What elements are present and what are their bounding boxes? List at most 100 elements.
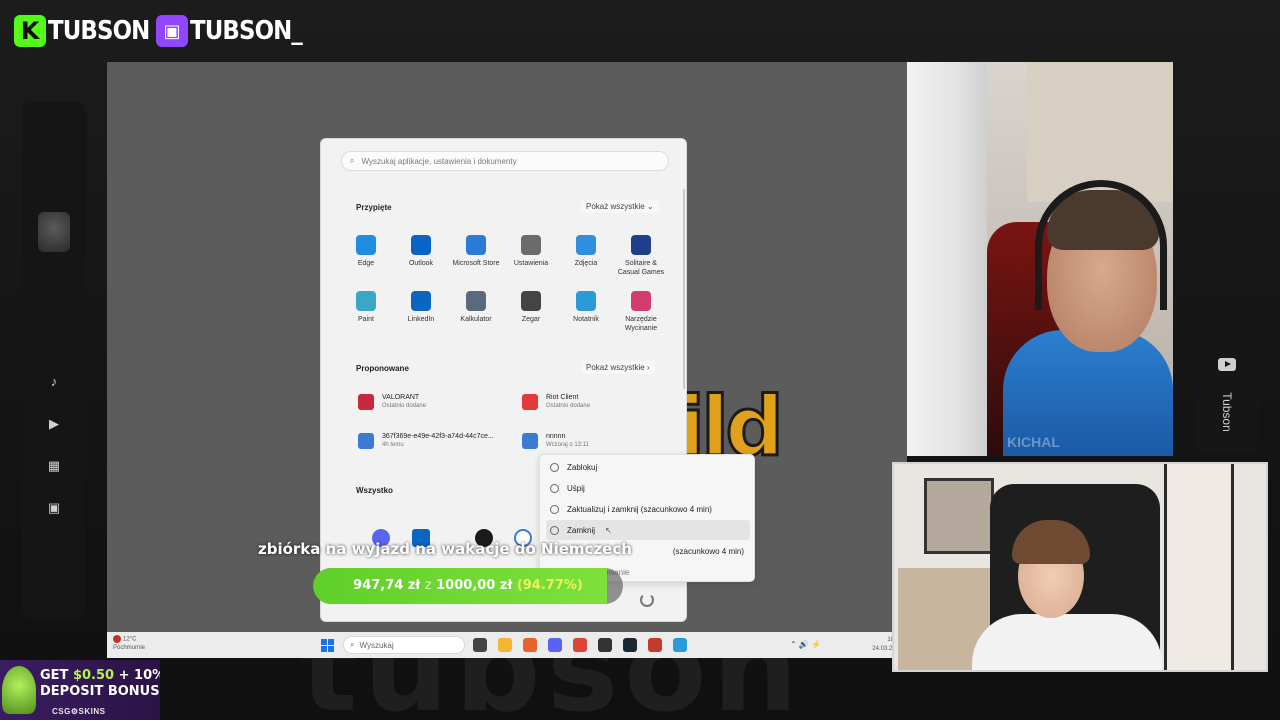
pinned-app[interactable]: Solitaire & Casual Games: [616, 235, 666, 277]
pinned-app[interactable]: Outlook: [396, 235, 446, 268]
promo-line1-suffix: + 10%: [118, 668, 160, 683]
film-icon[interactable]: ▦: [46, 458, 62, 474]
video-icon[interactable]: ▶: [46, 416, 62, 432]
taskbar-search-input[interactable]: ⌕ Wyszukaj: [343, 636, 465, 654]
taskbar-app-icon[interactable]: [498, 638, 512, 652]
left-rail: ♪ ▶ ▦ ▣: [22, 102, 86, 620]
app-icon: [466, 291, 486, 311]
promo-mascot-icon: [2, 666, 36, 714]
recommended-item[interactable]: Riot Client Ostatnio dodane: [522, 393, 590, 410]
image-icon[interactable]: ▣: [46, 500, 62, 516]
taskbar-app-icon[interactable]: [523, 638, 537, 652]
donation-separator: z: [424, 578, 432, 593]
donation-progress-bar: 947,74 zł z 1000,00 zł (94.77%): [313, 568, 623, 604]
donation-goal-title: zbiórka na wyjazd na wakacje do Niemczec…: [258, 540, 632, 558]
app-icon: [521, 235, 541, 255]
youtube-tab-label: Tubson: [1220, 392, 1234, 432]
moon-icon: [550, 483, 559, 493]
pinned-app-label: Narzędzie Wycinanie: [624, 316, 658, 332]
pinned-app[interactable]: Narzędzie Wycinanie: [616, 291, 666, 333]
pinned-app[interactable]: Edge: [341, 235, 391, 268]
file-icon: [522, 432, 538, 449]
taskbar-app-icon[interactable]: [598, 638, 612, 652]
power-item-label: Zaktualizuj i zamknij (szacunkowo 4 min): [567, 504, 712, 514]
recommended-item-text: nnnnn Wczoraj o 13:11: [546, 432, 589, 449]
power-item-label: Zamknij: [567, 525, 596, 535]
pinned-app[interactable]: Notatnik: [561, 291, 611, 324]
search-icon: ⌕: [350, 156, 355, 165]
power-icon[interactable]: [640, 593, 654, 607]
app-icon: [411, 291, 431, 311]
app-icon: [576, 291, 596, 311]
donation-percent: (94.77%): [516, 578, 583, 593]
taskbar-search-placeholder: Wyszukaj: [359, 640, 394, 650]
recommended-show-all-button[interactable]: Pokaż wszystkie ›: [581, 361, 655, 374]
promo-subline: DEPOSIT BONUS: [40, 684, 160, 699]
weather-widget[interactable]: 12°C Pochmurnie: [113, 635, 145, 652]
promo-banner[interactable]: GET $0.50 + 10% DEPOSIT BONUS CSG⚙SKINS: [0, 660, 160, 720]
power-sleep-item[interactable]: Uśpij: [546, 478, 750, 498]
pinned-app[interactable]: Paint: [341, 291, 391, 324]
recommended-item[interactable]: VALORANT Ostatnio dodane: [358, 393, 426, 410]
taskbar-app-icon[interactable]: [623, 638, 637, 652]
kick-logo-icon: K: [14, 15, 46, 47]
power-lock-item[interactable]: Zablokuj: [546, 457, 750, 477]
power-icon: [550, 525, 559, 535]
power-shutdown-item[interactable]: Zamknij ↖: [546, 520, 750, 540]
recommended-item-name: VALORANT: [382, 394, 420, 401]
recommended-show-all-label: Pokaż wszystkie: [586, 363, 645, 372]
taskbar-app-icon[interactable]: [648, 638, 662, 652]
promo-line1-prefix: GET: [40, 668, 73, 683]
youtube-tab[interactable]: Tubson: [1196, 302, 1258, 452]
recommended-item-name: Riot Client: [546, 394, 579, 401]
start-search-input[interactable]: ⌕ Wyszukaj aplikacje, ustawienia i dokum…: [341, 151, 669, 171]
recommended-item[interactable]: nnnnn Wczoraj o 13:11: [522, 432, 589, 449]
taskbar-app-icon[interactable]: [548, 638, 562, 652]
rail-avatar[interactable]: [38, 212, 70, 252]
start-menu-scrollbar[interactable]: [683, 189, 685, 389]
room-monitor: [924, 478, 994, 554]
pinned-app[interactable]: LinkedIn: [396, 291, 446, 324]
app-icon: [521, 291, 541, 311]
app-icon: [466, 235, 486, 255]
webcam-top: KICHAL: [907, 62, 1173, 456]
recommended-item-sub: Wczoraj o 13:11: [546, 442, 589, 448]
recommended-item-name: nnnnn: [546, 433, 566, 440]
update-icon: [550, 504, 559, 514]
pinned-show-all-button[interactable]: Pokaż wszystkie ⌄: [581, 200, 659, 213]
pinned-app-label: Paint: [358, 316, 374, 323]
pinned-app-label: Zdjęcia: [574, 260, 598, 267]
kick-channel-name: TUBSON: [48, 16, 150, 46]
twitch-brand[interactable]: ▣ TUBSON_: [156, 12, 317, 50]
pinned-app-label: Kalkulator: [460, 316, 492, 323]
pinned-app[interactable]: Zdjęcia: [561, 235, 611, 268]
music-note-icon[interactable]: ♪: [46, 374, 62, 390]
donation-progress-label: 947,74 zł z 1000,00 zł (94.77%): [313, 568, 623, 604]
pinned-app[interactable]: Zegar: [506, 291, 556, 324]
app-icon: [631, 291, 651, 311]
pinned-app[interactable]: Ustawienia: [506, 235, 556, 268]
pinned-app[interactable]: Microsoft Store: [451, 235, 501, 268]
weather-icon: [113, 635, 121, 643]
pinned-app-label: Outlook: [408, 260, 434, 267]
taskbar-app-icon[interactable]: [573, 638, 587, 652]
recommended-item-sub: 4h temu: [382, 442, 404, 448]
taskbar-app-icon[interactable]: [473, 638, 487, 652]
power-update-shutdown-item[interactable]: Zaktualizuj i zamknij (szacunkowo 4 min): [546, 499, 750, 519]
streamer-shirt: [972, 614, 1162, 670]
donation-raised: 947,74 zł: [353, 578, 421, 593]
power-item-label: Zablokuj: [567, 462, 598, 472]
pinned-app[interactable]: Kalkulator: [451, 291, 501, 324]
system-tray[interactable]: ⌃ 🔊 ⚡: [790, 640, 821, 649]
windows-start-icon[interactable]: [321, 639, 334, 652]
recommended-heading: Proponowane: [356, 364, 409, 373]
start-search-placeholder: Wyszukaj aplikacje, ustawienia i dokumen…: [361, 156, 517, 166]
recommended-item-text: VALORANT Ostatnio dodane: [382, 393, 426, 410]
recommended-item[interactable]: 367f369e-e49e-42f3-a74d-44c7ce... 4h temu: [358, 432, 494, 449]
file-icon: [358, 432, 374, 449]
weather-temp: 12°C: [123, 636, 137, 643]
pinned-app-label: Ustawienia: [513, 260, 549, 267]
taskbar-app-icon[interactable]: [673, 638, 687, 652]
kick-brand[interactable]: K TUBSON: [14, 12, 163, 50]
recommended-item-sub: Ostatnio dodane: [546, 403, 591, 409]
